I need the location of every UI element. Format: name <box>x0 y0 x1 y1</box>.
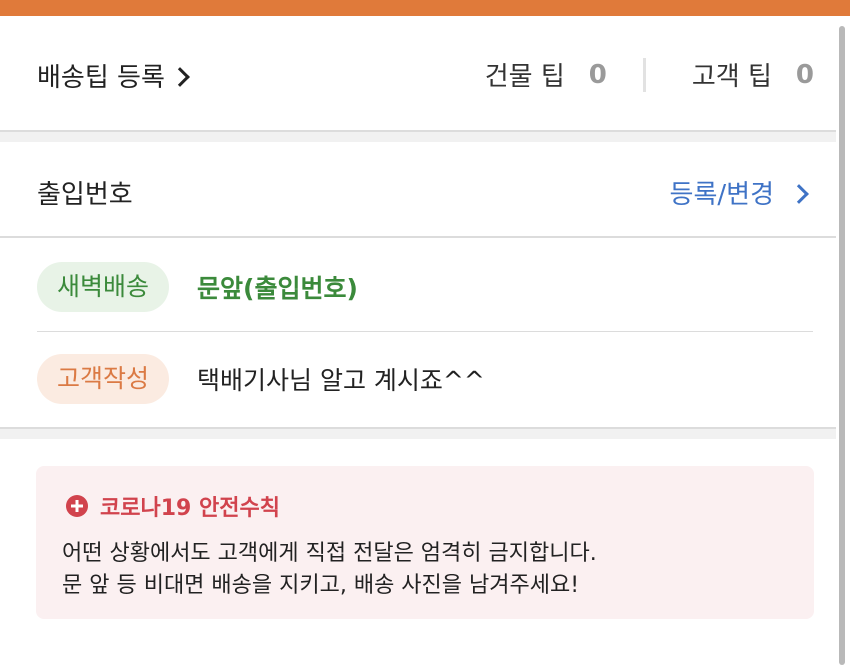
notice-line-1: 어떤 상황에서도 고객에게 직접 전달은 엄격히 금지합니다. <box>62 541 597 566</box>
entrance-code-section: 출입번호 등록/변경 <box>0 142 836 236</box>
section-separator <box>0 130 836 142</box>
tip-divider <box>642 57 646 92</box>
delivery-location-text: 문앞(출입번호) <box>197 274 358 303</box>
section-separator <box>0 427 836 439</box>
scrollbar[interactable] <box>836 16 850 665</box>
building-tip-value: 0 <box>588 59 607 90</box>
covid-safety-notice: 코로나19 안전수칙 어떤 상황에서도 고객에게 직접 전달은 엄격히 금지합니… <box>36 466 814 619</box>
customer-note-row: 고객작성 택배기사님 알고 계시죠^^ <box>37 332 813 426</box>
plus-circle-icon <box>66 495 88 517</box>
delivery-tip-register-label: 배송팁 등록 <box>37 63 165 93</box>
entrance-code-edit-link[interactable]: 등록/변경 <box>669 174 809 211</box>
delivery-tip-register-button[interactable]: 배송팁 등록 <box>37 57 190 94</box>
building-tip-label: 건물 팁 <box>484 62 565 92</box>
notice-title: 코로나19 안전수칙 <box>66 490 280 522</box>
entrance-code-title: 출입번호 <box>37 180 133 210</box>
delivery-tip-section: 배송팁 등록 건물 팁 0 고객 팁 0 <box>0 16 836 130</box>
top-accent-bar <box>0 0 850 16</box>
tip-counts: 건물 팁 0 고객 팁 0 <box>485 56 814 93</box>
notice-line-2: 문 앞 등 비대면 배송을 지키고, 배송 사진을 남겨주세요! <box>62 573 580 598</box>
entrance-code-edit-label: 등록/변경 <box>669 180 774 210</box>
customer-written-badge: 고객작성 <box>37 354 170 404</box>
delivery-detail-page: 배송팁 등록 건물 팁 0 고객 팁 0 출입번호 등록/변경 새벽배송 문앞(… <box>0 0 850 665</box>
dawn-delivery-badge: 새벽배송 <box>37 262 170 312</box>
customer-tip-label: 고객 팁 <box>691 62 772 92</box>
divider <box>0 236 836 238</box>
scrollbar-thumb[interactable] <box>839 26 845 665</box>
chevron-right-icon <box>789 183 809 204</box>
chevron-right-icon <box>169 66 190 87</box>
customer-tip-value: 0 <box>795 59 814 90</box>
delivery-type-row: 새벽배송 문앞(출입번호) <box>37 240 813 334</box>
customer-note-text: 택배기사님 알고 계시죠^^ <box>197 366 485 395</box>
notice-title-text: 코로나19 안전수칙 <box>100 496 280 521</box>
